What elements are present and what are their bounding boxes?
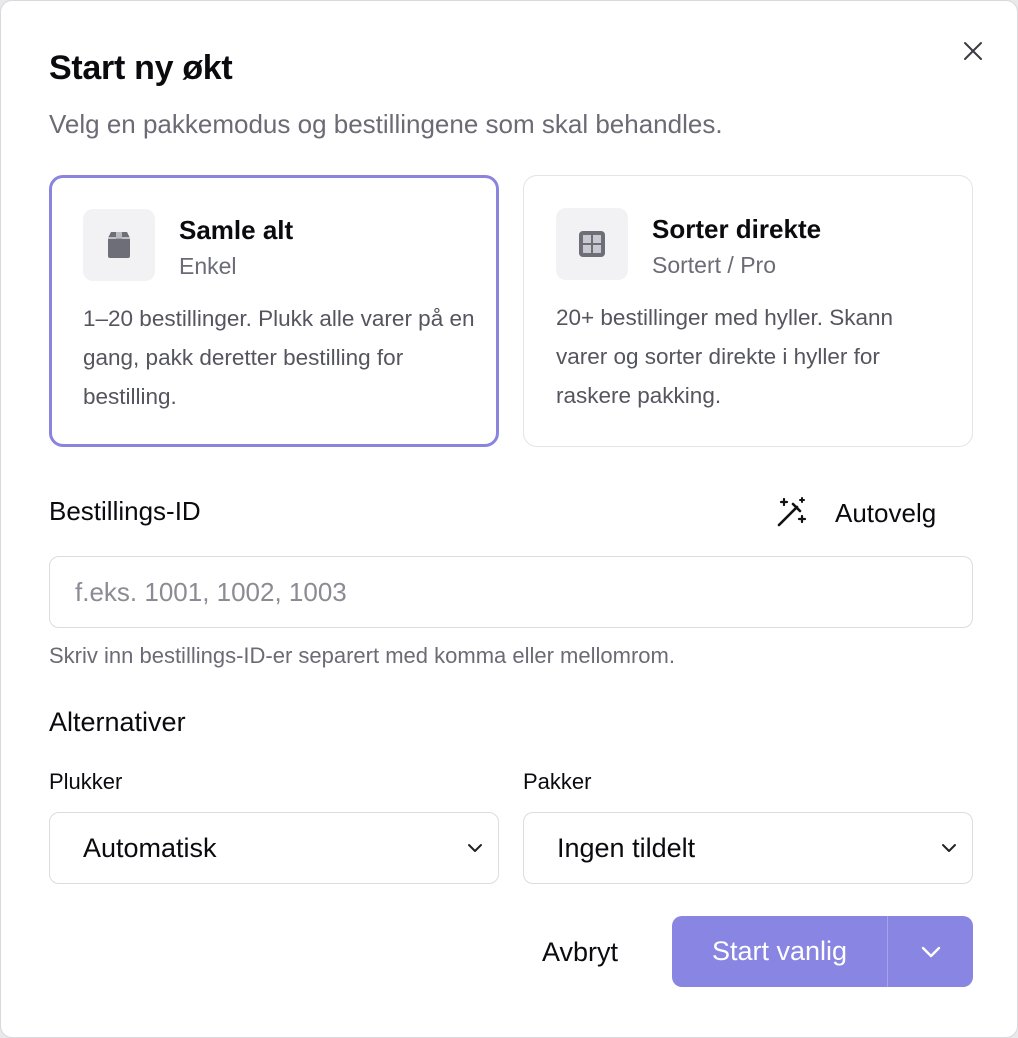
order-id-label: Bestillings-ID: [49, 496, 201, 526]
picker-value: Automatisk: [83, 832, 217, 863]
mode-card-samle-alt[interactable]: Samle alt Enkel 1–20 bestillinger. Plukk…: [49, 175, 499, 447]
dialog-title: Start ny økt: [49, 49, 233, 87]
grid-icon: [556, 208, 628, 280]
dialog-subtitle: Velg en pakkemodus og bestillingene som …: [49, 109, 723, 139]
cancel-button[interactable]: Avbryt: [521, 917, 639, 987]
chevron-down-icon: [468, 844, 482, 852]
start-button[interactable]: Start vanlig: [672, 916, 888, 987]
start-split-button: Start vanlig: [672, 916, 973, 987]
options-title: Alternativer: [49, 707, 186, 737]
close-button[interactable]: [957, 35, 989, 67]
picker-select[interactable]: Automatisk: [49, 812, 499, 884]
packer-label: Pakker: [523, 769, 592, 794]
packer-select[interactable]: Ingen tildelt: [523, 812, 973, 884]
mode-description: 20+ bestillinger med hyller. Skann varer…: [556, 305, 894, 408]
close-icon: [964, 42, 982, 60]
start-session-dialog: Start ny økt Velg en pakkemodus og besti…: [0, 0, 1018, 1038]
mode-description: 1–20 bestillinger. Plukk alle varer på e…: [83, 306, 475, 409]
order-id-hint: Skriv inn bestillings-ID-er separert med…: [49, 643, 675, 668]
box-icon: [83, 209, 155, 281]
mode-name: Sorter direkte: [652, 214, 822, 244]
start-options-button[interactable]: [888, 916, 973, 987]
picker-label: Plukker: [49, 769, 123, 794]
packer-value: Ingen tildelt: [557, 832, 696, 863]
mode-tag: Enkel: [179, 253, 237, 279]
mode-tag: Sortert / Pro: [652, 252, 776, 278]
autoselect-label: Autovelg: [835, 497, 937, 528]
autoselect-button[interactable]: Autovelg: [773, 491, 936, 535]
order-id-input[interactable]: [49, 556, 973, 628]
magic-wand-icon: [777, 497, 807, 527]
mode-name: Samle alt: [179, 215, 294, 245]
chevron-down-icon: [921, 946, 940, 957]
chevron-down-icon: [942, 844, 956, 852]
mode-card-sorter-direkte[interactable]: Sorter direkte Sortert / Pro 20+ bestill…: [523, 175, 973, 447]
